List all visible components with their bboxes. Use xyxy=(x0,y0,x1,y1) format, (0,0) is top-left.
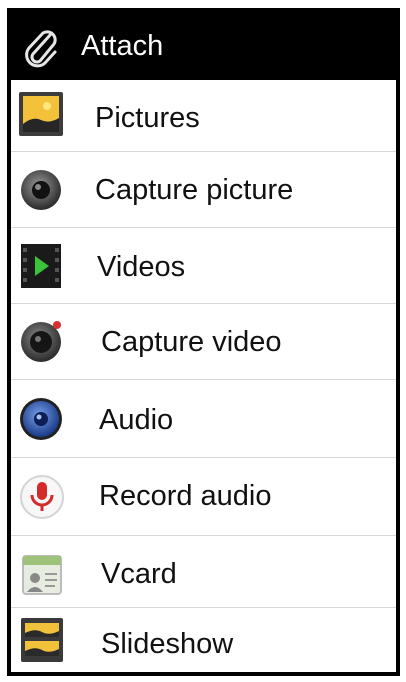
menu-item-label: Audio xyxy=(99,404,174,436)
menu-item-record-audio[interactable]: Record audio xyxy=(11,458,396,536)
menu-item-label: Pictures xyxy=(95,102,200,134)
menu-item-label: Videos xyxy=(97,251,186,283)
menu-item-capture-picture[interactable]: Capture picture xyxy=(11,152,396,228)
menu-item-vcard[interactable]: Vcard xyxy=(11,536,396,608)
slideshow-icon xyxy=(17,614,69,666)
videos-icon xyxy=(17,240,69,292)
menu-item-label: Capture video xyxy=(101,326,282,358)
menu-item-pictures[interactable]: Pictures xyxy=(11,80,396,152)
attach-menu: Attach Pictures Capture picture Videos C… xyxy=(7,8,400,676)
menu-item-audio[interactable]: Audio xyxy=(11,380,396,458)
pictures-icon xyxy=(17,90,69,142)
menu-header: Attach xyxy=(11,12,396,80)
menu-item-capture-video[interactable]: Capture video xyxy=(11,304,396,380)
attach-menu-panel: Attach Pictures Capture picture Videos C… xyxy=(11,12,396,672)
menu-title: Attach xyxy=(81,30,164,62)
paperclip-icon xyxy=(21,26,61,70)
camera-icon xyxy=(17,164,69,216)
audio-icon xyxy=(17,393,69,445)
menu-item-label: Vcard xyxy=(101,558,177,590)
menu-item-label: Slideshow xyxy=(101,628,234,660)
menu-item-slideshow[interactable]: Slideshow xyxy=(11,608,396,672)
menu-item-label: Capture picture xyxy=(95,174,294,206)
vcard-icon xyxy=(17,548,69,600)
video-camera-icon xyxy=(17,316,69,368)
menu-item-videos[interactable]: Videos xyxy=(11,228,396,304)
microphone-icon xyxy=(17,471,69,523)
menu-item-label: Record audio xyxy=(99,480,272,512)
